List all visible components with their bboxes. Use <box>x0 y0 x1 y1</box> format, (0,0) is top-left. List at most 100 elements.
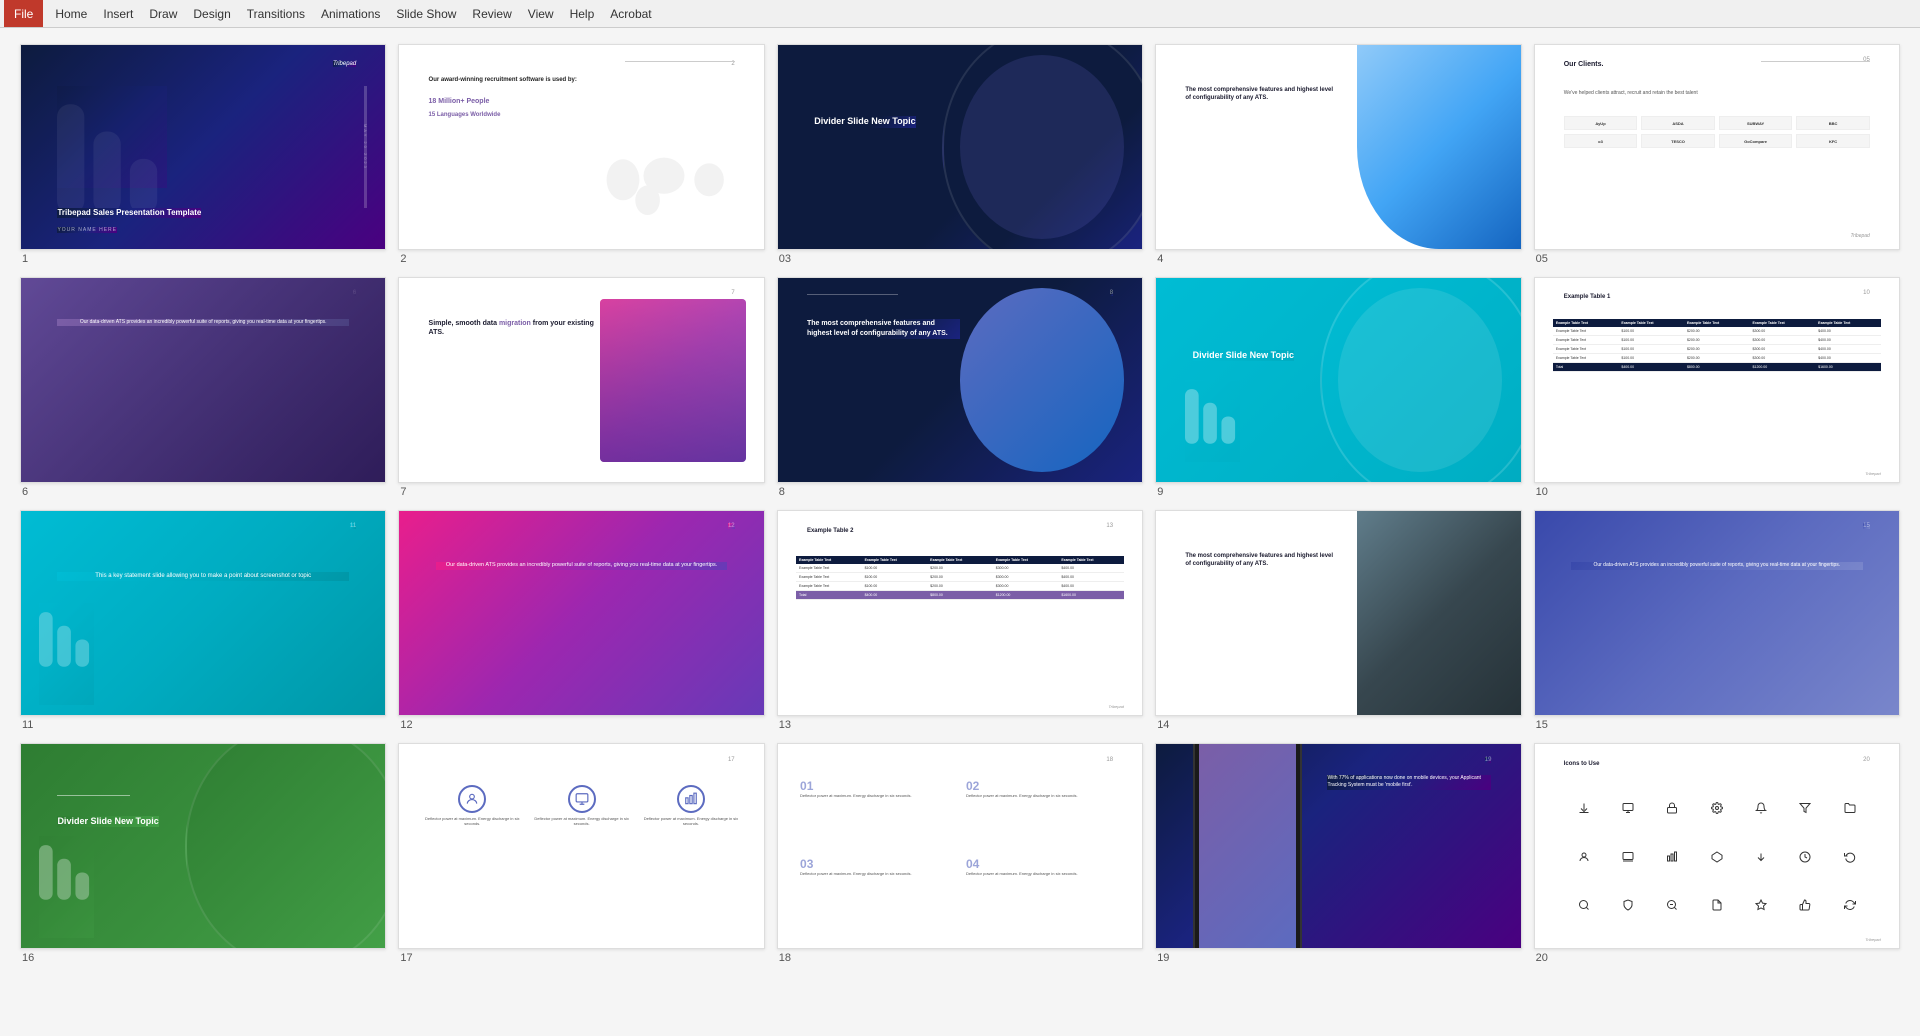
slide-container-1: Tribepad Sales Presentation Template Tri… <box>20 44 386 265</box>
slide-container-3: 03 Divider Slide New Topic 03 <box>777 44 1143 265</box>
slide-9-deco2 <box>1338 288 1502 472</box>
slide-9[interactable]: 9 Divider Slide New Topic <box>1155 277 1521 483</box>
th-1: Example Table Text <box>1553 319 1619 327</box>
slide-20[interactable]: 20 Icons to Use <box>1534 743 1900 949</box>
slide-11-content: This a key statement slide allowing you … <box>57 572 349 580</box>
th-4: Example Table Text <box>1750 319 1816 327</box>
slide-13-table: Example Table Text Example Table Text Ex… <box>796 556 1124 685</box>
slide-2-stat1: 18 Million+ People <box>429 98 490 105</box>
slide-container-8: 8 The most comprehensive features and hi… <box>777 277 1143 498</box>
slide-number-10: 10 <box>1534 486 1900 498</box>
client-logo-1: AyUp <box>1564 116 1638 130</box>
icon-thumbup <box>1785 899 1825 911</box>
slide-8[interactable]: 8 The most comprehensive features and hi… <box>777 277 1143 483</box>
icon-filter <box>1785 802 1825 814</box>
slide-11[interactable]: 11 This a key statement slide allowing y… <box>20 510 386 716</box>
slide-17[interactable]: 17 Deflector power at maximum. Energy di… <box>398 743 764 949</box>
table-row: Example Table Text$100.00$200.00$300.00$… <box>1553 353 1881 362</box>
table-row: Example Table Text$100.00$200.00$300.00$… <box>796 564 1124 573</box>
slide-8-num: 8 <box>1110 290 1113 296</box>
icon-folder <box>1830 802 1870 814</box>
slide-1-logo: Tribepad <box>333 61 356 67</box>
slide-container-12: 12 Our data-driven ATS provides an incre… <box>398 510 764 731</box>
slide-7-photo-face <box>600 299 746 462</box>
slide-container-16: 16 Divider Slide New Topic 16 <box>20 743 386 964</box>
slide-14-photo <box>1357 511 1521 715</box>
slide-10-title: Example Table 1 <box>1564 294 1611 300</box>
slide-2-stat2: 15 Languages Worldwide <box>429 112 735 118</box>
slide-15[interactable]: 15 Our data-driven ATS provides an incre… <box>1534 510 1900 716</box>
slide-18[interactable]: 18 01 Deflector power at maximum. Energy… <box>777 743 1143 949</box>
slide-4[interactable]: 4 The most comprehensive features and hi… <box>1155 44 1521 250</box>
slide-7-num: 7 <box>731 290 734 296</box>
client-logo-4: BBC <box>1796 116 1870 130</box>
slide-8-line <box>807 294 898 295</box>
menu-draw[interactable]: Draw <box>141 5 185 23</box>
slide-20-tribepad: Tribepad <box>1865 937 1881 942</box>
slide-17-icons: Deflector power at maximum. Energy disch… <box>418 785 746 826</box>
slide-number-2: 2 <box>398 253 764 265</box>
slide-number-9: 9 <box>1155 486 1521 498</box>
client-logo-6: TESCO <box>1641 134 1715 148</box>
slide-3[interactable]: 03 Divider Slide New Topic <box>777 44 1143 250</box>
slide-6[interactable]: 6 Our data-driven ATS provides an incred… <box>20 277 386 483</box>
slide-16-title: Divider Slide New Topic <box>57 816 158 828</box>
slide-5[interactable]: 05 Our Clients. We've helped clients att… <box>1534 44 1900 250</box>
slide-6-overlay <box>21 278 385 482</box>
menu-transitions[interactable]: Transitions <box>239 5 313 23</box>
slide-16[interactable]: 16 Divider Slide New Topic <box>20 743 386 949</box>
slide-12-content: Our data-driven ATS provides an incredib… <box>436 562 728 570</box>
slide-19-num: 19 <box>1485 757 1492 763</box>
slide-container-15: 15 Our data-driven ATS provides an incre… <box>1534 510 1900 731</box>
icon-lock <box>1652 802 1692 814</box>
slide-14-text: The most comprehensive features and high… <box>1185 552 1338 569</box>
icon-search <box>1564 899 1604 911</box>
icon-label-2: Deflector power at maximum. Energy disch… <box>527 816 636 826</box>
slide-number-4: 4 <box>1155 253 1521 265</box>
feat-text-1: Deflector power at maximum. Energy disch… <box>800 793 954 799</box>
menu-acrobat[interactable]: Acrobat <box>602 5 659 23</box>
slide-18-grid: 01 Deflector power at maximum. Energy di… <box>796 775 1124 928</box>
slide-7-photo <box>600 299 746 462</box>
slide-10-table: Example Table Text Example Table Text Ex… <box>1553 319 1881 452</box>
slide-18-num: 18 <box>1106 757 1113 763</box>
icon-refresh <box>1830 851 1870 863</box>
feat-text-4: Deflector power at maximum. Energy disch… <box>966 871 1120 877</box>
slide-number-17: 17 <box>398 952 764 964</box>
slide-8-content: The most comprehensive features and high… <box>807 319 960 339</box>
slide-container-4: 4 The most comprehensive features and hi… <box>1155 44 1521 265</box>
slide-19[interactable]: 19 With 77% of applications now done on … <box>1155 743 1521 949</box>
slide-2-content: Our award-winning recruitment software i… <box>429 76 735 118</box>
slide-11-brandicon <box>39 603 94 705</box>
slide-12[interactable]: 12 Our data-driven ATS provides an incre… <box>398 510 764 716</box>
feature-item-2: 02 Deflector power at maximum. Energy di… <box>962 775 1124 850</box>
file-menu[interactable]: File <box>4 0 43 27</box>
slide-14[interactable]: 14 The most comprehensive features and h… <box>1155 510 1521 716</box>
slide-1[interactable]: Tribepad Sales Presentation Template Tri… <box>20 44 386 250</box>
icon-monitor <box>568 785 596 813</box>
icon-diamond <box>1697 851 1737 863</box>
slide-3-title: Divider Slide New Topic <box>814 116 915 128</box>
slide-13[interactable]: 13 Example Table 2 Example Table Text Ex… <box>777 510 1143 716</box>
slide-number-14: 14 <box>1155 719 1521 731</box>
menu-help[interactable]: Help <box>562 5 603 23</box>
slide-number-5: 05 <box>1534 253 1900 265</box>
slide-container-7: 7 Simple, smooth data migration from you… <box>398 277 764 498</box>
slide-container-14: 14 The most comprehensive features and h… <box>1155 510 1521 731</box>
slide-13-tribepad: Tribepad <box>1108 704 1124 709</box>
slide-2[interactable]: 2 Our award-winning recruitment software… <box>398 44 764 250</box>
th-2: Example Table Text <box>1618 319 1684 327</box>
menu-review[interactable]: Review <box>464 5 519 23</box>
menu-home[interactable]: Home <box>47 5 95 23</box>
menu-design[interactable]: Design <box>185 5 238 23</box>
menu-insert[interactable]: Insert <box>95 5 141 23</box>
slide-10[interactable]: 10 Example Table 1 Example Table Text Ex… <box>1534 277 1900 483</box>
slide-16-brandicon <box>39 836 94 938</box>
slide-number-1: 1 <box>20 253 386 265</box>
slide-7[interactable]: 7 Simple, smooth data migration from you… <box>398 277 764 483</box>
menu-view[interactable]: View <box>520 5 562 23</box>
menu-slideshow[interactable]: Slide Show <box>388 5 464 23</box>
slide-number-8: 8 <box>777 486 1143 498</box>
menu-animations[interactable]: Animations <box>313 5 388 23</box>
table-row: Example Table Text$100.00$200.00$300.00$… <box>796 582 1124 591</box>
